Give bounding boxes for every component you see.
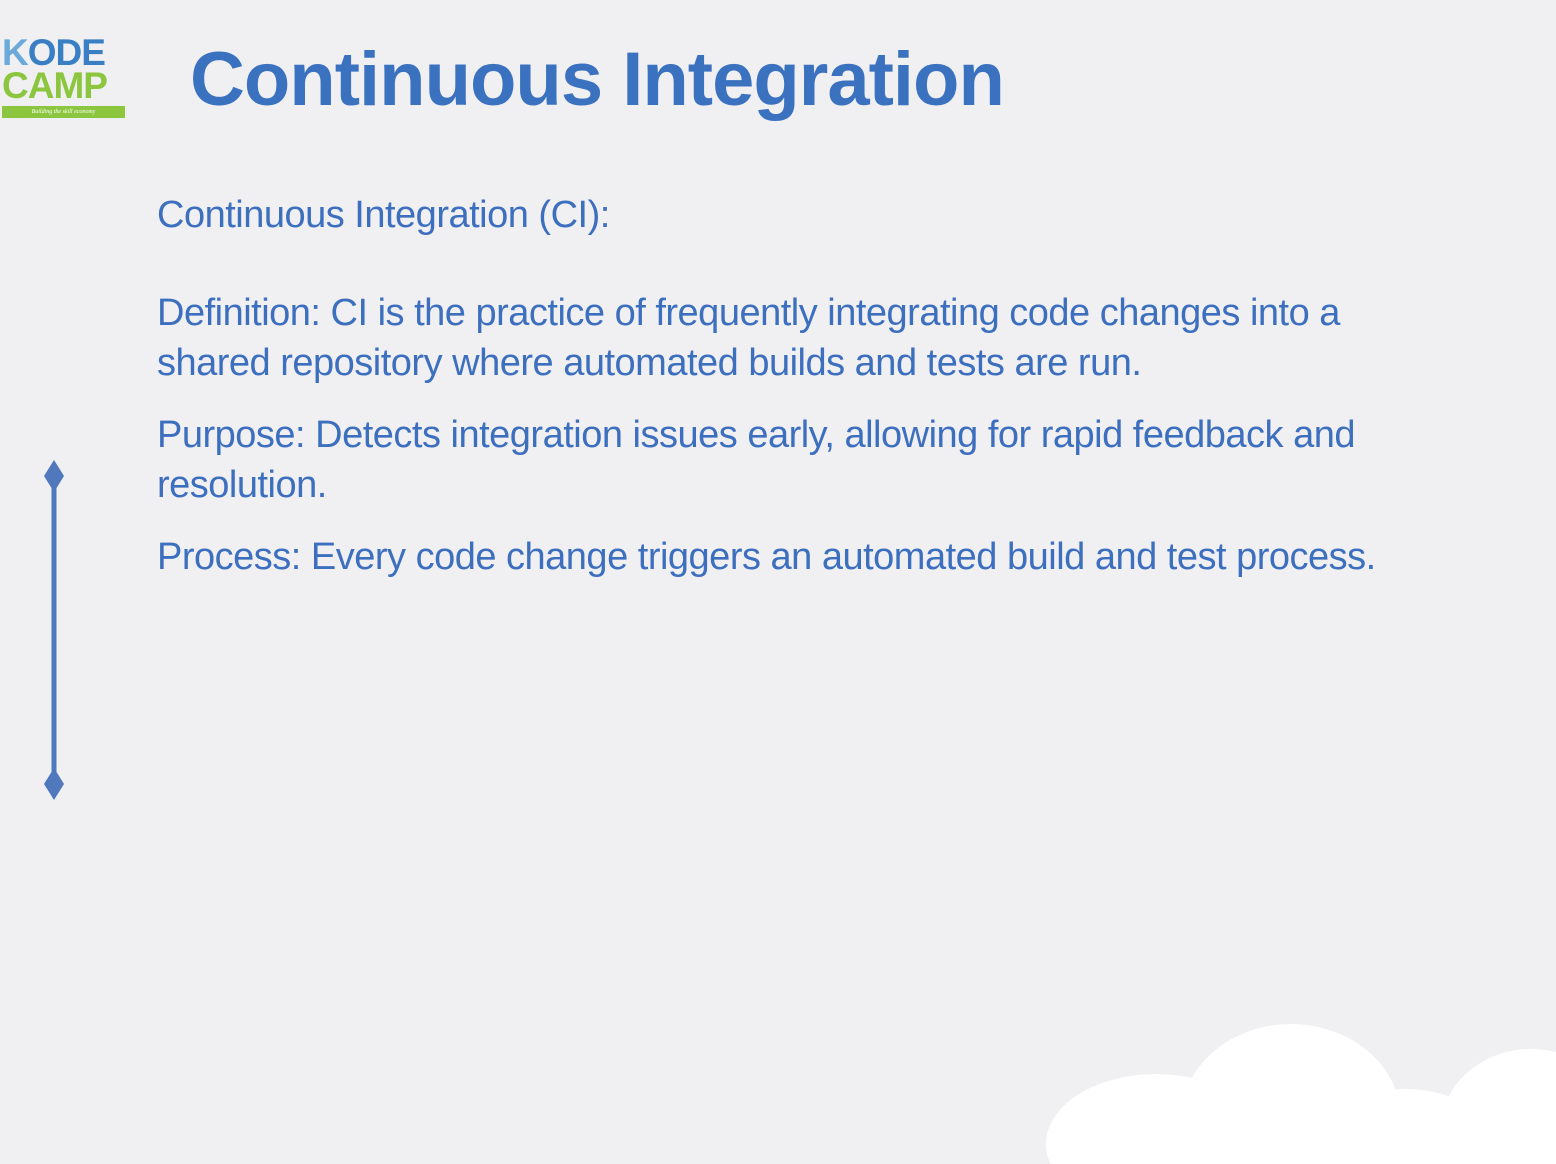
timeline-top-diamond-icon xyxy=(44,460,64,492)
logo-tagline: Building the skill economy xyxy=(2,106,125,118)
slide-subtitle: Continuous Integration (CI): xyxy=(157,194,610,236)
cloud-icon xyxy=(1046,1024,1556,1164)
kodecamp-logo: KODE CAMP Building the skill economy xyxy=(0,34,128,120)
point-purpose: Purpose: Detects integration issues earl… xyxy=(157,414,1355,506)
timeline-bottom-diamond-icon xyxy=(44,768,64,800)
slide: KODE CAMP Building the skill economy Con… xyxy=(0,0,1556,1164)
slide-content: Continuous Integration (CI): Definition:… xyxy=(157,190,1427,604)
logo-line-camp: CAMP xyxy=(2,65,108,106)
point-process: Process: Every code change triggers an a… xyxy=(157,536,1376,578)
slide-title: Continuous Integration xyxy=(190,37,1005,122)
point-definition: Definition: CI is the practice of freque… xyxy=(157,292,1340,384)
timeline-bar-icon xyxy=(44,460,64,800)
